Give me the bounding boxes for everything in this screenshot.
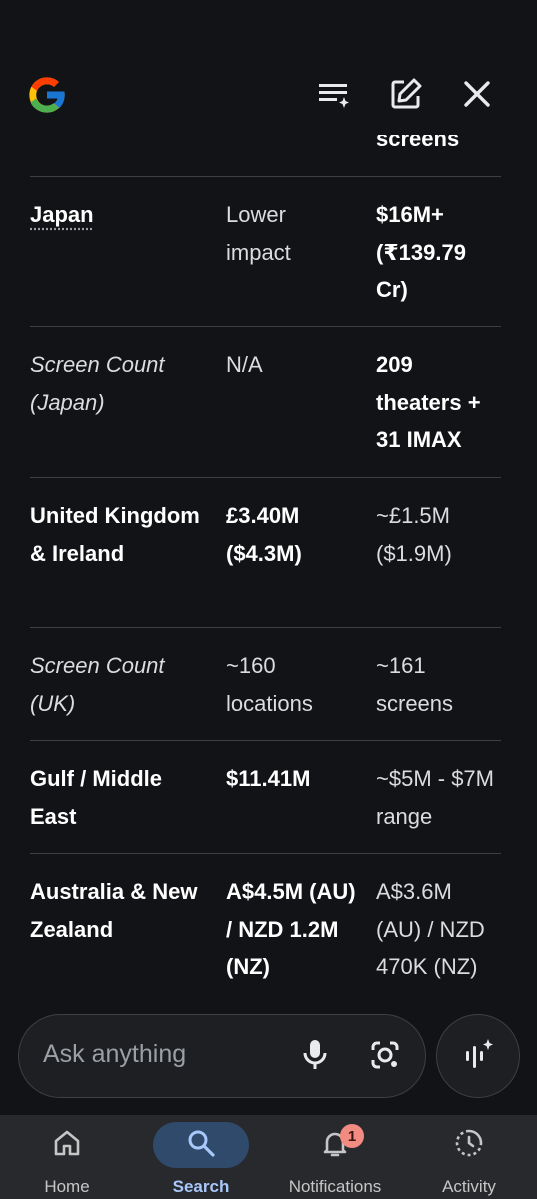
search-input[interactable]: Ask anything <box>43 1040 186 1069</box>
voice-search-button[interactable] <box>293 1035 337 1079</box>
activity-icon <box>453 1127 485 1164</box>
nav-icon-container <box>421 1122 517 1168</box>
camera-lens-icon <box>369 1039 401 1076</box>
app-header <box>0 0 537 135</box>
table-cell: A$3.6M (AU) / NZD 470K (NZ) <box>376 879 485 979</box>
table-cell: ~£1.5M ($1.9M) <box>376 503 452 566</box>
table-cell: Screen Count (UK) <box>30 653 165 716</box>
home-icon <box>52 1128 82 1163</box>
microphone-icon <box>300 1038 330 1077</box>
table-cell: $16M+ (₹139.79 Cr) <box>376 202 466 302</box>
close-icon <box>462 79 492 114</box>
table-cell: A$4.5M (AU) / NZD 1.2M (NZ) <box>226 879 356 979</box>
nav-label: Search <box>172 1177 230 1196</box>
table-cell: ~160 locations <box>226 653 313 716</box>
search-icon <box>186 1128 216 1163</box>
nav-notifications[interactable]: 1 Notifications <box>268 1115 402 1199</box>
nav-label: Notifications <box>288 1177 382 1196</box>
table-cell[interactable]: Japan <box>30 196 210 234</box>
results-table: screens Japan Lower impact $16M+ (₹139.7… <box>0 0 537 1000</box>
ai-mode-button[interactable] <box>436 1014 520 1098</box>
table-row: Japan Lower impact $16M+ (₹139.79 Cr) <box>30 176 501 327</box>
table-row: Screen Count (UK) ~160 locations ~161 sc… <box>30 627 501 741</box>
google-logo <box>24 72 70 118</box>
nav-icon-container <box>153 1122 249 1168</box>
search-bar[interactable]: Ask anything <box>18 1014 426 1098</box>
nav-icon-container <box>19 1122 115 1168</box>
edit-button[interactable] <box>384 74 428 118</box>
ai-sparkle-icon <box>461 1037 495 1076</box>
table-cell: Gulf / Middle East <box>30 766 162 829</box>
close-button[interactable] <box>455 74 499 118</box>
nav-label: Home <box>44 1177 90 1196</box>
table-row: Screen Count (Japan) N/A 209 theaters + … <box>30 326 501 478</box>
notification-badge: 1 <box>340 1124 364 1148</box>
table-cell: N/A <box>226 352 263 377</box>
table-cell: United Kingdom & Ireland <box>30 503 200 566</box>
edit-icon <box>388 76 424 117</box>
nav-home[interactable]: Home <box>0 1115 134 1199</box>
playlist-add-button[interactable] <box>311 74 355 118</box>
table-row: Australia & New Zealand A$4.5M (AU) / NZ… <box>30 853 501 1000</box>
table-cell: 209 theaters + 31 IMAX <box>376 352 481 452</box>
country-link[interactable]: Japan <box>30 202 94 227</box>
table-cell: £3.40M ($4.3M) <box>226 503 302 566</box>
table-cell: ~161 screens <box>376 653 454 716</box>
nav-search[interactable]: Search <box>134 1115 268 1199</box>
playlist-add-icon <box>315 76 351 117</box>
lens-button[interactable] <box>363 1035 407 1079</box>
table-cell: $11.41M <box>226 766 311 791</box>
table-cell: Australia & New Zealand <box>30 879 198 942</box>
bottom-navigation: Home Search 1 Notifications Activity <box>0 1115 537 1199</box>
table-cell: Lower impact <box>226 202 291 265</box>
table-cell: Screen Count (Japan) <box>30 352 165 415</box>
nav-icon-container <box>287 1122 383 1168</box>
nav-activity[interactable]: Activity <box>402 1115 536 1199</box>
table-row: Gulf / Middle East $11.41M ~$5M - $7M ra… <box>30 740 501 854</box>
table-cell: ~$5M - $7M range <box>376 766 494 829</box>
table-row: United Kingdom & Ireland £3.40M ($4.3M) … <box>30 477 501 628</box>
nav-label: Activity <box>442 1177 496 1196</box>
